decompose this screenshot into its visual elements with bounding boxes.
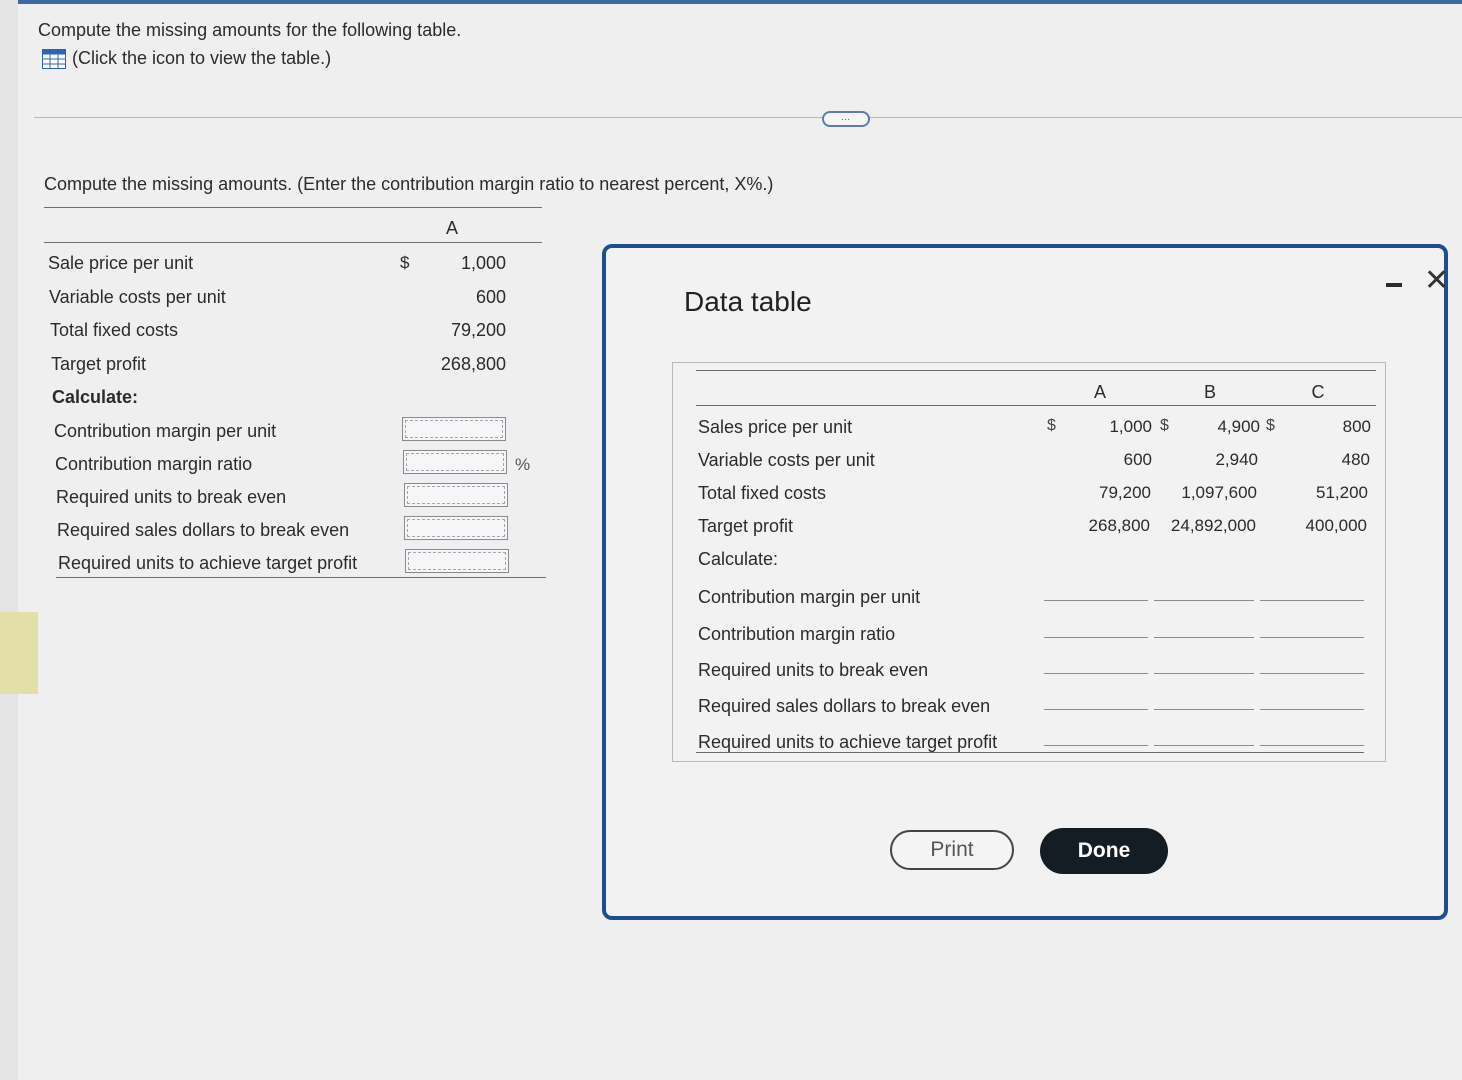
blank-cell-b xyxy=(1154,673,1254,674)
data-column-header-a: A xyxy=(1093,382,1106,402)
data-calc-label: Contribution margin ratio xyxy=(698,624,896,644)
data-cell-c: 51,200 xyxy=(1316,483,1368,502)
data-calc-label: Contribution margin per unit xyxy=(698,587,921,607)
calculate-label: Calculate: xyxy=(52,387,139,407)
input-label: Contribution margin per unit xyxy=(54,421,277,441)
blank-cell-a xyxy=(1044,600,1148,601)
question-text: Compute the missing amounts. (Enter the … xyxy=(44,174,774,194)
top-bar xyxy=(0,0,1462,4)
minimize-icon[interactable] xyxy=(1386,283,1402,287)
blank-cell-b xyxy=(1154,637,1254,638)
dollar-sign: $ xyxy=(1266,417,1275,434)
blank-cell-a xyxy=(1044,745,1148,746)
input-label: Required units to achieve target profit xyxy=(58,553,358,573)
target-profit-units-input[interactable] xyxy=(405,549,509,573)
row-label: Total fixed costs xyxy=(50,320,179,340)
dialog-title: Data table xyxy=(684,286,812,317)
data-table-top-rule xyxy=(696,370,1376,371)
data-cell-a: 1,000 xyxy=(1109,417,1152,436)
close-icon[interactable]: ✕ xyxy=(1424,266,1449,296)
data-cell-b: 1,097,600 xyxy=(1181,483,1257,502)
table-bottom-rule xyxy=(56,577,546,578)
instruction-text: Compute the missing amounts for the foll… xyxy=(38,20,462,40)
table-top-rule xyxy=(44,207,542,208)
blank-cell-c xyxy=(1260,600,1364,601)
dollar-sign: $ xyxy=(1160,417,1169,434)
data-row-label: Total fixed costs xyxy=(698,483,827,503)
row-label: Target profit xyxy=(51,354,147,374)
section-divider xyxy=(34,117,1462,118)
data-cell-b: 2,940 xyxy=(1215,450,1258,469)
contribution-margin-per-unit-input[interactable] xyxy=(402,417,506,441)
print-button[interactable]: Print xyxy=(890,830,1014,870)
row-label: Variable costs per unit xyxy=(49,287,226,307)
data-cell-c: 480 xyxy=(1341,450,1370,469)
data-calc-label: Required sales dollars to break even xyxy=(698,696,991,716)
data-header-rule xyxy=(696,405,1376,406)
blank-cell-c xyxy=(1260,709,1364,710)
break-even-sales-input[interactable] xyxy=(404,516,508,540)
data-cell-b: 4,900 xyxy=(1217,417,1260,436)
blank-cell-c xyxy=(1260,637,1364,638)
row-value: 600 xyxy=(475,287,506,307)
blank-cell-b xyxy=(1154,745,1254,746)
data-row-label: Sales price per unit xyxy=(698,417,853,437)
dollar-sign: $ xyxy=(400,253,410,272)
blank-cell-a xyxy=(1044,709,1148,710)
percent-suffix: % xyxy=(515,455,531,474)
data-calc-label: Required units to achieve target profit xyxy=(698,732,998,752)
data-cell-c: 400,000 xyxy=(1305,516,1367,535)
input-label: Contribution margin ratio xyxy=(55,454,253,474)
data-cell-a: 600 xyxy=(1123,450,1152,469)
data-cell-b: 24,892,000 xyxy=(1170,516,1256,535)
blank-cell-c xyxy=(1260,745,1364,746)
data-calculate-label: Calculate: xyxy=(698,549,779,569)
row-value: 1,000 xyxy=(460,253,506,273)
input-label: Required sales dollars to break even xyxy=(57,520,350,540)
data-cell-a: 268,800 xyxy=(1088,516,1150,535)
data-row-label: Target profit xyxy=(698,516,794,536)
break-even-units-input[interactable] xyxy=(404,483,508,507)
data-calc-label: Required units to break even xyxy=(698,660,929,680)
view-table-label[interactable]: (Click the icon to view the table.) xyxy=(72,48,331,69)
blank-cell-b xyxy=(1154,600,1254,601)
contribution-margin-ratio-input[interactable] xyxy=(403,450,507,474)
row-label: Sale price per unit xyxy=(48,253,194,273)
header-rule xyxy=(44,242,542,243)
data-cell-a: 79,200 xyxy=(1099,483,1151,502)
column-header-a: A xyxy=(446,218,459,238)
data-row-label: Variable costs per unit xyxy=(698,450,875,470)
left-edge-strip xyxy=(0,0,18,1080)
grid-table-icon[interactable] xyxy=(42,48,66,69)
done-button[interactable]: Done xyxy=(1040,828,1168,874)
blank-cell-a xyxy=(1044,673,1148,674)
blank-cell-b xyxy=(1154,709,1254,710)
data-cell-c: 800 xyxy=(1342,417,1371,436)
data-column-header-b: B xyxy=(1203,382,1216,402)
row-value: 268,800 xyxy=(440,354,506,374)
input-label: Required units to break even xyxy=(56,487,287,507)
blank-cell-a xyxy=(1044,637,1148,638)
blank-cell-c xyxy=(1260,673,1364,674)
data-table-bottom-rule xyxy=(696,752,1364,753)
row-value: 79,200 xyxy=(450,320,506,340)
side-highlight-tab[interactable] xyxy=(0,612,38,694)
data-column-header-c: C xyxy=(1311,382,1325,402)
expand-more-button[interactable]: … xyxy=(822,111,870,127)
view-table-link[interactable]: (Click the icon to view the table.) xyxy=(42,48,331,69)
dollar-sign: $ xyxy=(1047,417,1056,434)
